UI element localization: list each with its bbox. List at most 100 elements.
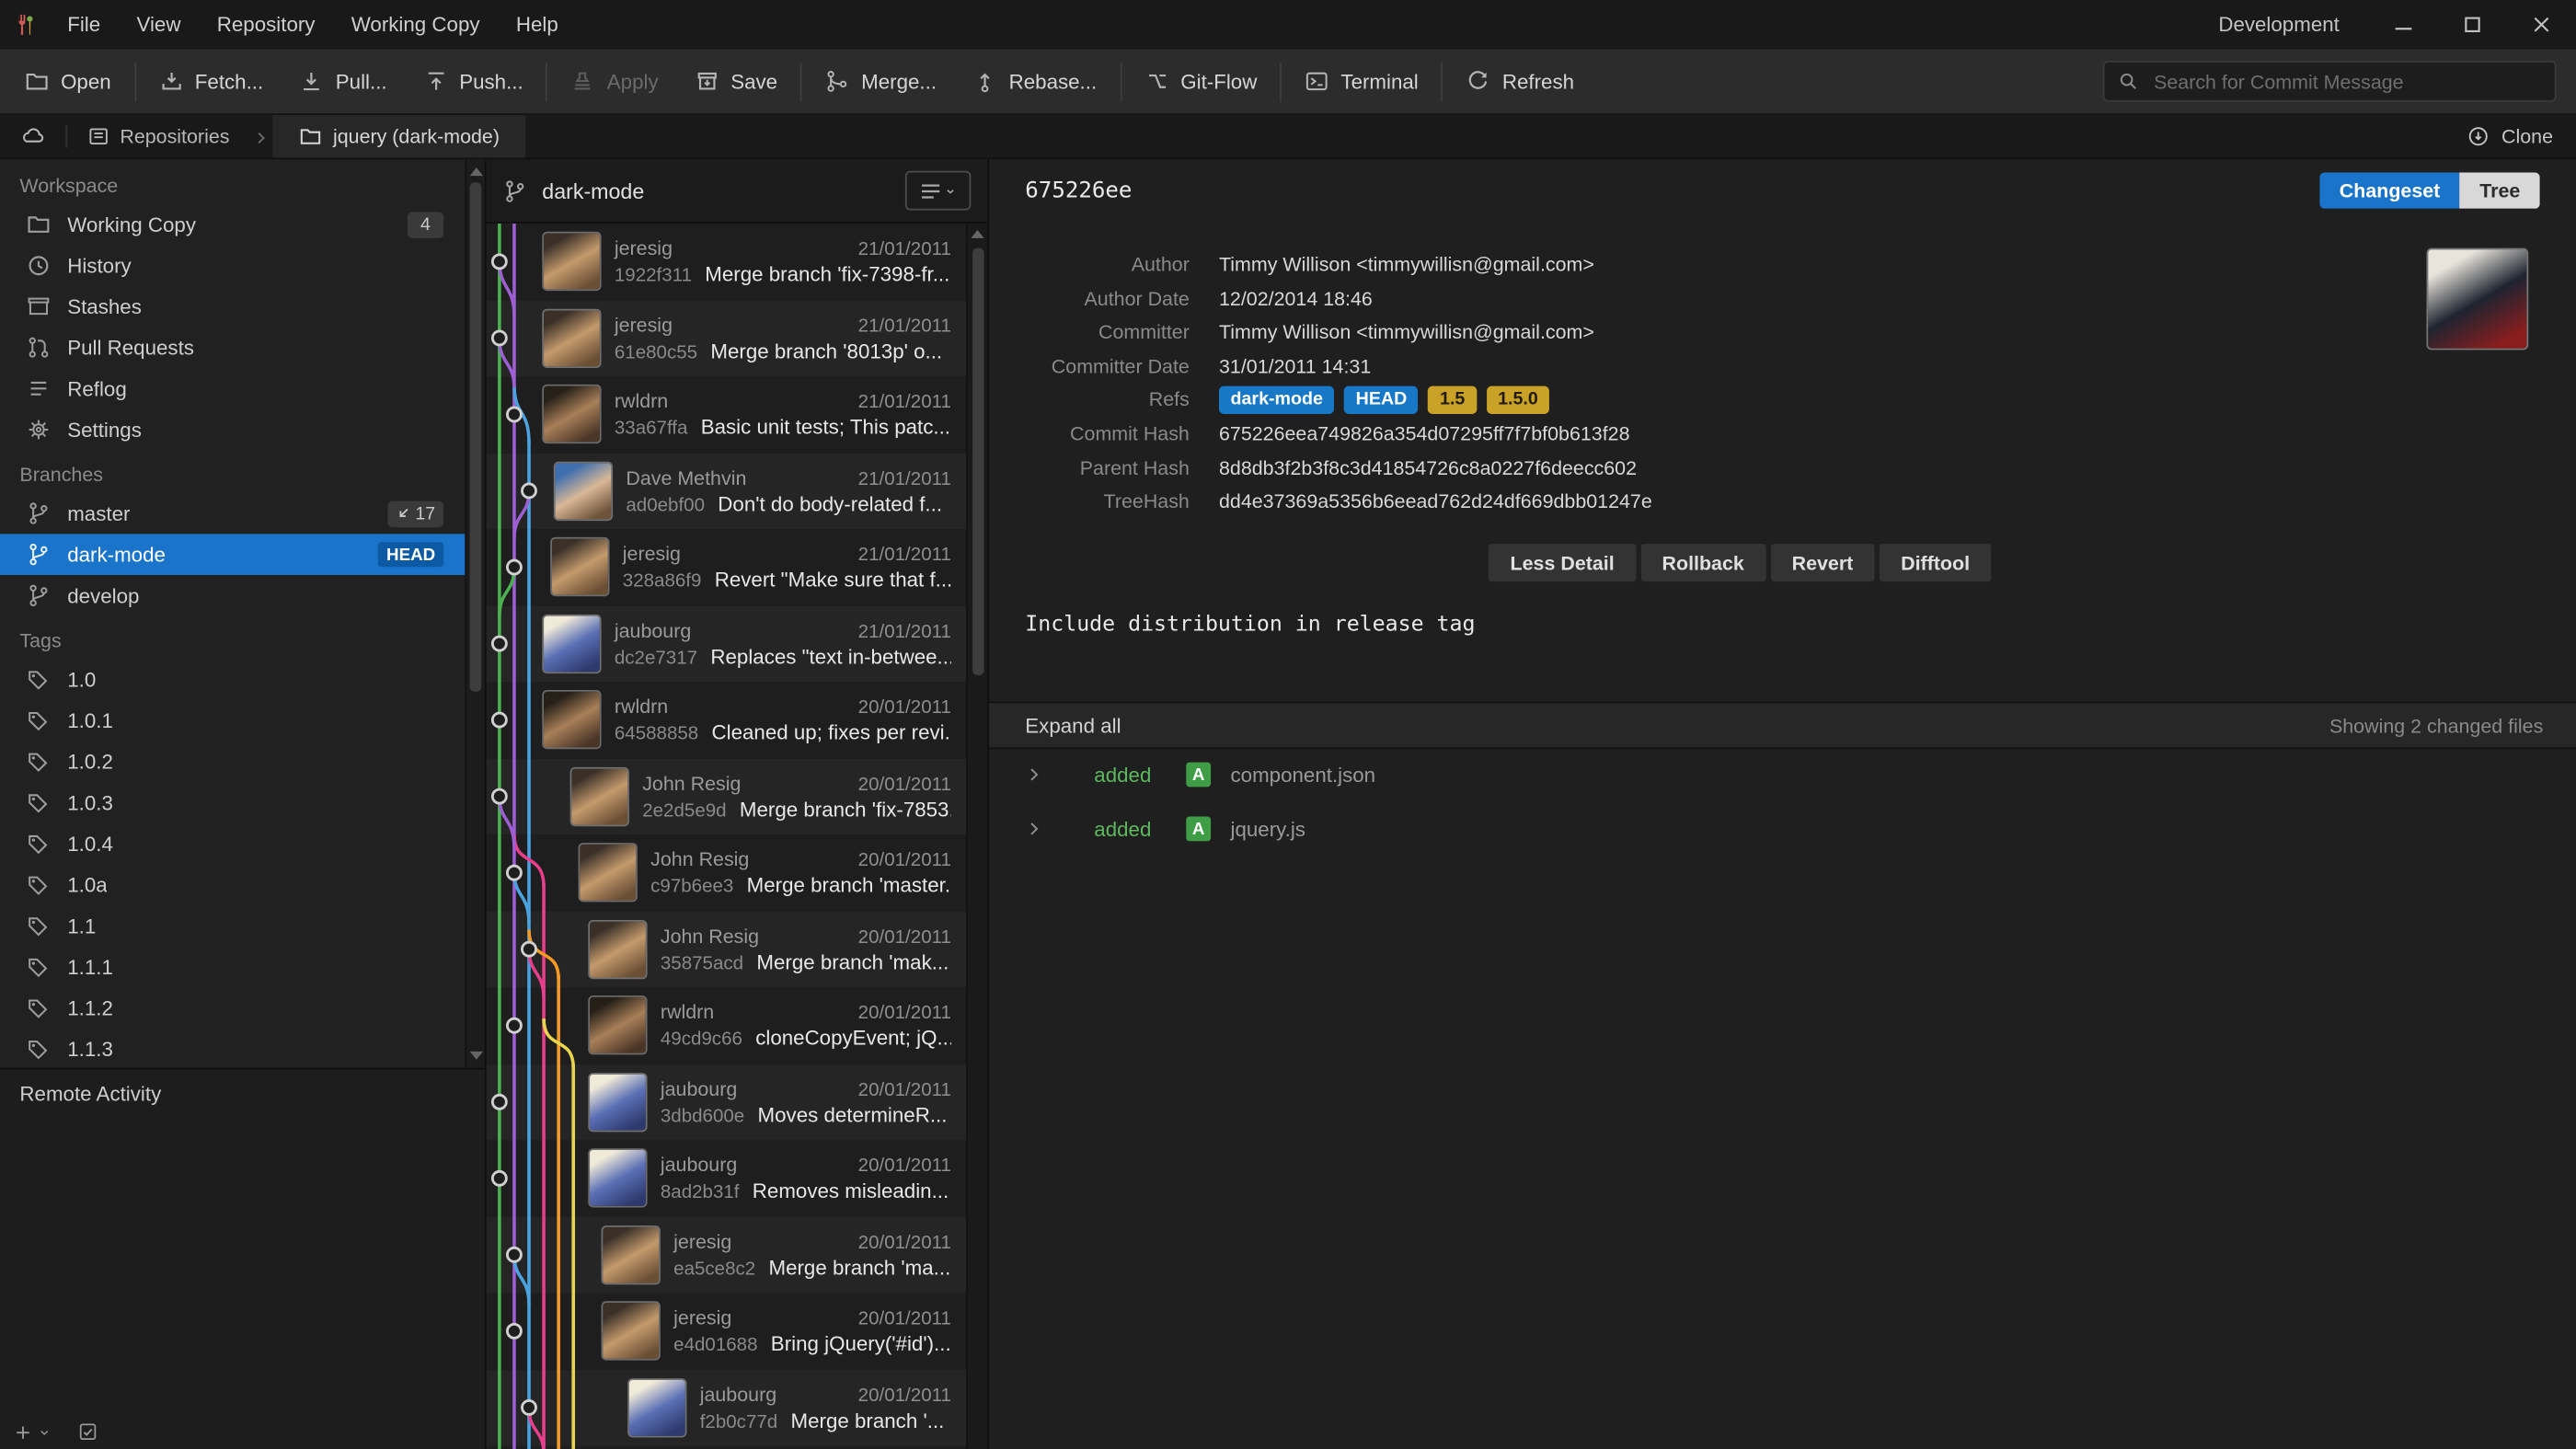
search-input[interactable]	[2151, 68, 2542, 95]
avatar	[544, 310, 600, 366]
commit-list-scrollbar[interactable]	[966, 224, 987, 1449]
pull-button[interactable]: Pull...	[282, 50, 405, 114]
sidebar-scrollbar[interactable]	[465, 159, 484, 1067]
sidebar-item-stashes[interactable]: Stashes	[0, 286, 466, 328]
file-row[interactable]: addedAjquery.js	[989, 801, 2576, 856]
expand-all-button[interactable]: Expand all	[1025, 714, 1121, 737]
commit-date: 20/01/2011	[858, 1157, 951, 1177]
working-copy-count-badge: 4	[408, 211, 443, 237]
commit-author: John Resig	[642, 772, 741, 795]
commit-meta: John Resig20/01/201135875acdMerge branch…	[661, 925, 951, 974]
commit-row[interactable]: jaubourg20/01/20118ad2b31fRemoves mislea…	[487, 1140, 968, 1216]
push-button[interactable]: Push...	[405, 50, 541, 114]
sidebar-item-tag[interactable]: 1.1.3	[0, 1029, 466, 1070]
sidebar-item-working-copy[interactable]: Working Copy 4	[0, 203, 466, 245]
menu-view[interactable]: View	[119, 0, 199, 50]
commit-row[interactable]: jaubourg20/01/2011f2b0c77dMerge branch '…	[487, 1369, 968, 1445]
commit-meta: rwldrn21/01/201133a67ffaBasic unit tests…	[615, 390, 951, 440]
add-repository-button[interactable]	[13, 1422, 51, 1442]
expand-chevron-icon[interactable]	[1025, 765, 1044, 784]
sidebar-item-tag[interactable]: 1.1.2	[0, 987, 466, 1029]
commit-message: Merge branch 'fix-7398-fr...	[705, 263, 949, 286]
fetch-button[interactable]: Fetch...	[141, 50, 282, 114]
menu-file[interactable]: File	[50, 0, 119, 50]
sidebar-item-branch-master[interactable]: master 17	[0, 493, 466, 535]
commit-row[interactable]: rwldrn20/01/201149cd9c66cloneCopyEvent; …	[487, 987, 968, 1064]
commit-row[interactable]: jaubourg21/01/2011dc2e7317Replaces "text…	[487, 605, 968, 682]
repo-tab-jquery[interactable]: jquery (dark-mode)	[272, 115, 526, 157]
commit-date: 21/01/2011	[858, 316, 951, 336]
checkbox-filter-button[interactable]	[77, 1421, 98, 1443]
caret-down-icon	[38, 1425, 51, 1438]
commit-date: 21/01/2011	[858, 240, 951, 259]
rebase-button[interactable]: Rebase...	[955, 50, 1115, 114]
sidebar-item-tag[interactable]: 1.0.4	[0, 823, 466, 865]
rollback-button[interactable]: Rollback	[1640, 544, 1765, 581]
gitflow-button[interactable]: Git-Flow	[1126, 50, 1275, 114]
minimize-button[interactable]	[2369, 0, 2438, 50]
merge-button[interactable]: Merge...	[807, 50, 954, 114]
open-button[interactable]: Open	[6, 50, 129, 114]
file-row[interactable]: addedAcomponent.json	[989, 748, 2576, 802]
expand-chevron-icon[interactable]	[1025, 820, 1044, 838]
avatar	[603, 1304, 659, 1360]
menu-help[interactable]: Help	[498, 0, 576, 50]
clone-button[interactable]: Clone	[2443, 115, 2576, 157]
terminal-button[interactable]: Terminal	[1286, 50, 1436, 114]
difftool-button[interactable]: Difftool	[1880, 544, 1991, 581]
commit-row[interactable]: jeresig21/01/2011328a86f9Revert "Make su…	[487, 529, 968, 605]
less-detail-button[interactable]: Less Detail	[1489, 544, 1636, 581]
sidebar-item-branch-develop[interactable]: develop	[0, 575, 466, 616]
sidebar-item-tag[interactable]: 1.0.2	[0, 741, 466, 782]
commit-search-box[interactable]	[2103, 61, 2557, 102]
sidebar-item-settings[interactable]: Settings	[0, 409, 466, 451]
commit-row[interactable]: rwldrn20/01/201164588858Cleaned up; fixe…	[487, 682, 968, 758]
cloud-button[interactable]	[0, 115, 65, 157]
ref-badge-tag[interactable]: 1.5.0	[1487, 386, 1550, 414]
scroll-up-arrow[interactable]	[971, 230, 983, 238]
revert-button[interactable]: Revert	[1770, 544, 1874, 581]
menu-working-copy[interactable]: Working Copy	[333, 0, 498, 50]
avatar	[580, 845, 636, 901]
repositories-breadcrumb[interactable]: Repositories	[67, 115, 249, 157]
commit-row[interactable]: Dave Methvin21/01/2011ad0ebf00Don't do b…	[487, 453, 968, 529]
changeset-tab[interactable]: Changeset	[2319, 173, 2459, 209]
scroll-down-arrow[interactable]	[469, 1052, 482, 1060]
sidebar-item-history[interactable]: History	[0, 245, 466, 286]
view-mode-switch: Changeset Tree	[2319, 173, 2539, 209]
commit-row[interactable]: jeresig20/01/2011ea5ce8c2Merge branch 'm…	[487, 1216, 968, 1293]
commit-row[interactable]: jeresig21/01/20111922f311Merge branch 'f…	[487, 224, 968, 300]
sidebar-item-tag[interactable]: 1.1	[0, 905, 466, 947]
commit-author: rwldrn	[615, 696, 668, 719]
refresh-button[interactable]: Refresh	[1448, 50, 1593, 114]
sidebar-item-tag[interactable]: 1.0	[0, 659, 466, 700]
ref-badge-branch[interactable]: dark-mode	[1219, 386, 1334, 414]
commit-row[interactable]: jaubourg20/01/20113dbd600eMoves determin…	[487, 1064, 968, 1140]
commit-row[interactable]: John Resig20/01/20112e2d5e9dMerge branch…	[487, 758, 968, 834]
commit-row[interactable]: John Resig20/01/2011c97b6ee3Merge branch…	[487, 834, 968, 911]
graph-options-button[interactable]	[905, 171, 971, 211]
scroll-up-arrow[interactable]	[469, 167, 482, 176]
sidebar-item-reflog[interactable]: Reflog	[0, 368, 466, 409]
sidebar-item-tag[interactable]: 1.1.1	[0, 947, 466, 988]
scrollbar-thumb[interactable]	[470, 182, 482, 692]
commit-row[interactable]: rwldrn21/01/201133a67ffaBasic unit tests…	[487, 376, 968, 453]
sidebar-item-tag[interactable]: 1.0.3	[0, 782, 466, 823]
sidebar-item-tag[interactable]: 1.0a	[0, 864, 466, 905]
scrollbar-thumb[interactable]	[972, 248, 983, 675]
commit-row[interactable]: jeresig21/01/201161e80c55Merge branch '8…	[487, 300, 968, 376]
sidebar-item-tag[interactable]: 1.0.1	[0, 700, 466, 742]
menu-repository[interactable]: Repository	[199, 0, 333, 50]
commit-row[interactable]: John Resig20/01/201135875acdMerge branch…	[487, 911, 968, 987]
tree-tab[interactable]: Tree	[2460, 173, 2540, 209]
save-button[interactable]: Save	[676, 50, 795, 114]
commit-row[interactable]: jeresig20/01/2011e4d01688Bring jQuery('#…	[487, 1293, 968, 1369]
sidebar-item-branch-dark-mode[interactable]: dark-mode HEAD	[0, 534, 466, 575]
close-button[interactable]	[2507, 0, 2576, 50]
ref-badge-branch[interactable]: HEAD	[1344, 386, 1419, 414]
sidebar-item-label: Stashes	[67, 295, 142, 318]
ref-badge-tag[interactable]: 1.5	[1429, 386, 1477, 414]
maximize-button[interactable]	[2438, 0, 2507, 50]
sidebar-item-pull-requests[interactable]: Pull Requests	[0, 327, 466, 368]
commit-hash: f2b0c77d	[700, 1412, 778, 1432]
